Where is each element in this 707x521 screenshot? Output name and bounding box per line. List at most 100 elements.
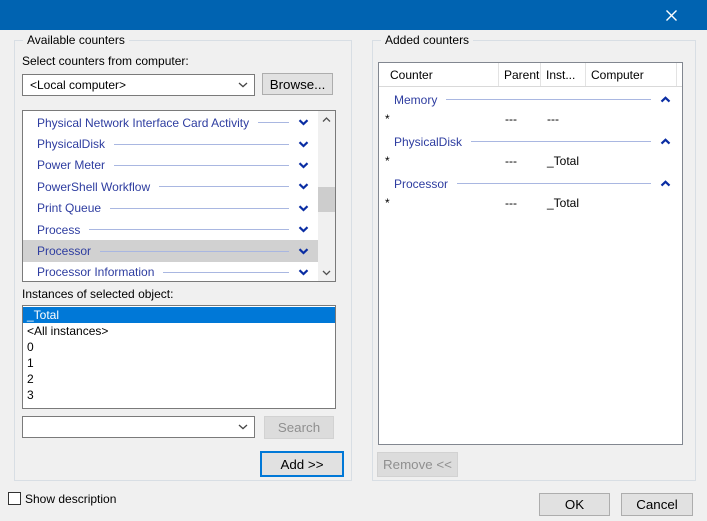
counter-name: Processor — [37, 244, 91, 258]
counter-name: Process — [37, 223, 80, 237]
rule-line — [89, 229, 289, 230]
chevron-down-icon[interactable] — [232, 424, 254, 430]
counter-group-header[interactable]: PhysicalDisk — [379, 132, 682, 151]
chevron-up-icon[interactable] — [660, 96, 671, 103]
rule-line — [114, 144, 289, 145]
counter-name: Processor Information — [37, 265, 154, 279]
close-icon — [665, 9, 678, 22]
computer-combobox[interactable]: <Local computer> — [22, 74, 255, 96]
cell-parent: --- — [499, 196, 541, 210]
chevron-down-icon[interactable] — [298, 205, 309, 212]
counter-list-item[interactable]: PowerShell Workflow — [23, 176, 318, 197]
rule-line — [114, 165, 289, 166]
scroll-up-icon — [322, 117, 331, 123]
counter-group-name: PhysicalDisk — [394, 135, 462, 149]
counter-list-item[interactable]: Processor — [23, 240, 318, 261]
cell-parent: --- — [499, 112, 541, 126]
column-header-instance[interactable]: Inst... — [541, 63, 586, 86]
added-counter-row[interactable]: *---_Total — [379, 151, 682, 171]
counter-group-header[interactable]: Memory — [379, 90, 682, 109]
counter-list-rows: Physical Network Interface Card Activity… — [23, 112, 318, 282]
instance-list-item[interactable]: 1 — [23, 355, 335, 371]
counter-list-item[interactable]: Process — [23, 219, 318, 240]
chevron-down-icon[interactable] — [298, 183, 309, 190]
counter-list-item[interactable]: Print Queue — [23, 198, 318, 219]
counter-list-item[interactable]: Power Meter — [23, 155, 318, 176]
added-counters-group-label: Added counters — [381, 33, 473, 47]
browse-button[interactable]: Browse... — [262, 73, 333, 95]
rule-line — [110, 208, 289, 209]
column-header-filler — [677, 63, 682, 86]
remove-button[interactable]: Remove << — [377, 452, 458, 477]
cell-instance: _Total — [541, 196, 586, 210]
rule-line — [471, 141, 651, 142]
scroll-up-button[interactable] — [318, 111, 335, 128]
instance-list-item[interactable]: <All instances> — [23, 323, 335, 339]
chevron-down-icon[interactable] — [298, 269, 309, 276]
titlebar — [0, 0, 707, 30]
chevron-down-icon[interactable] — [232, 82, 254, 88]
counter-listbox[interactable]: Physical Network Interface Card Activity… — [22, 110, 336, 282]
instance-list-item[interactable]: 2 — [23, 371, 335, 387]
added-counters-table-body: Memory*------PhysicalDisk*---_TotalProce… — [379, 90, 682, 213]
add-counters-dialog: Available counters Select counters from … — [0, 0, 707, 521]
chevron-down-icon[interactable] — [298, 141, 309, 148]
counter-group-header[interactable]: Processor — [379, 174, 682, 193]
close-button[interactable] — [648, 0, 694, 30]
chevron-down-icon[interactable] — [298, 248, 309, 255]
instance-list-item[interactable]: _Total — [23, 307, 335, 323]
scroll-down-icon — [322, 270, 331, 276]
rule-line — [159, 186, 289, 187]
show-description-label: Show description — [25, 492, 116, 506]
search-button[interactable]: Search — [264, 416, 334, 439]
added-counter-row[interactable]: *---_Total — [379, 193, 682, 213]
search-combobox[interactable] — [22, 416, 255, 438]
chevron-down-icon[interactable] — [298, 162, 309, 169]
cell-parent: --- — [499, 154, 541, 168]
rule-line — [258, 122, 289, 123]
computer-combobox-value: <Local computer> — [23, 78, 232, 92]
column-header-parent[interactable]: Parent — [499, 63, 541, 86]
cell-counter: * — [379, 154, 499, 168]
counter-name: PowerShell Workflow — [37, 180, 150, 194]
add-button[interactable]: Add >> — [260, 451, 344, 477]
available-counters-group-label: Available counters — [23, 33, 129, 47]
cell-counter: * — [379, 112, 499, 126]
counter-list-scrollbar[interactable] — [318, 111, 335, 281]
counter-name: Print Queue — [37, 201, 101, 215]
scrollbar-thumb[interactable] — [318, 187, 335, 212]
counter-name: Physical Network Interface Card Activity — [37, 116, 249, 130]
counter-name: Power Meter — [37, 158, 105, 172]
select-computer-label: Select counters from computer: — [22, 54, 189, 68]
column-header-counter[interactable]: Counter — [379, 63, 499, 86]
instances-label: Instances of selected object: — [22, 287, 173, 301]
rule-line — [100, 251, 289, 252]
rule-line — [163, 272, 289, 273]
column-header-computer[interactable]: Computer — [586, 63, 677, 86]
added-counter-row[interactable]: *------ — [379, 109, 682, 129]
instances-listbox[interactable]: _Total<All instances>0123 — [22, 305, 336, 409]
counter-list-item[interactable]: Processor Information — [23, 262, 318, 282]
ok-button[interactable]: OK — [539, 493, 610, 516]
counter-group-name: Memory — [394, 93, 437, 107]
instance-list-item[interactable]: 3 — [23, 387, 335, 403]
rule-line — [446, 99, 651, 100]
chevron-down-icon[interactable] — [298, 226, 309, 233]
chevron-up-icon[interactable] — [660, 180, 671, 187]
added-counters-table[interactable]: Counter Parent Inst... Computer Memory*-… — [378, 62, 683, 445]
cell-counter: * — [379, 196, 499, 210]
chevron-down-icon[interactable] — [298, 119, 309, 126]
counter-list-item[interactable]: PhysicalDisk — [23, 133, 318, 154]
added-counters-table-header: Counter Parent Inst... Computer — [379, 63, 682, 87]
show-description-checkbox[interactable] — [8, 492, 21, 505]
counter-name: PhysicalDisk — [37, 137, 105, 151]
cell-instance: _Total — [541, 154, 586, 168]
rule-line — [457, 183, 651, 184]
chevron-up-icon[interactable] — [660, 138, 671, 145]
cancel-button[interactable]: Cancel — [621, 493, 693, 516]
scroll-down-button[interactable] — [318, 264, 335, 281]
counter-list-item[interactable]: Physical Network Interface Card Activity — [23, 112, 318, 133]
instance-list-item[interactable]: 0 — [23, 339, 335, 355]
counter-group-name: Processor — [394, 177, 448, 191]
cell-instance: --- — [541, 112, 586, 126]
